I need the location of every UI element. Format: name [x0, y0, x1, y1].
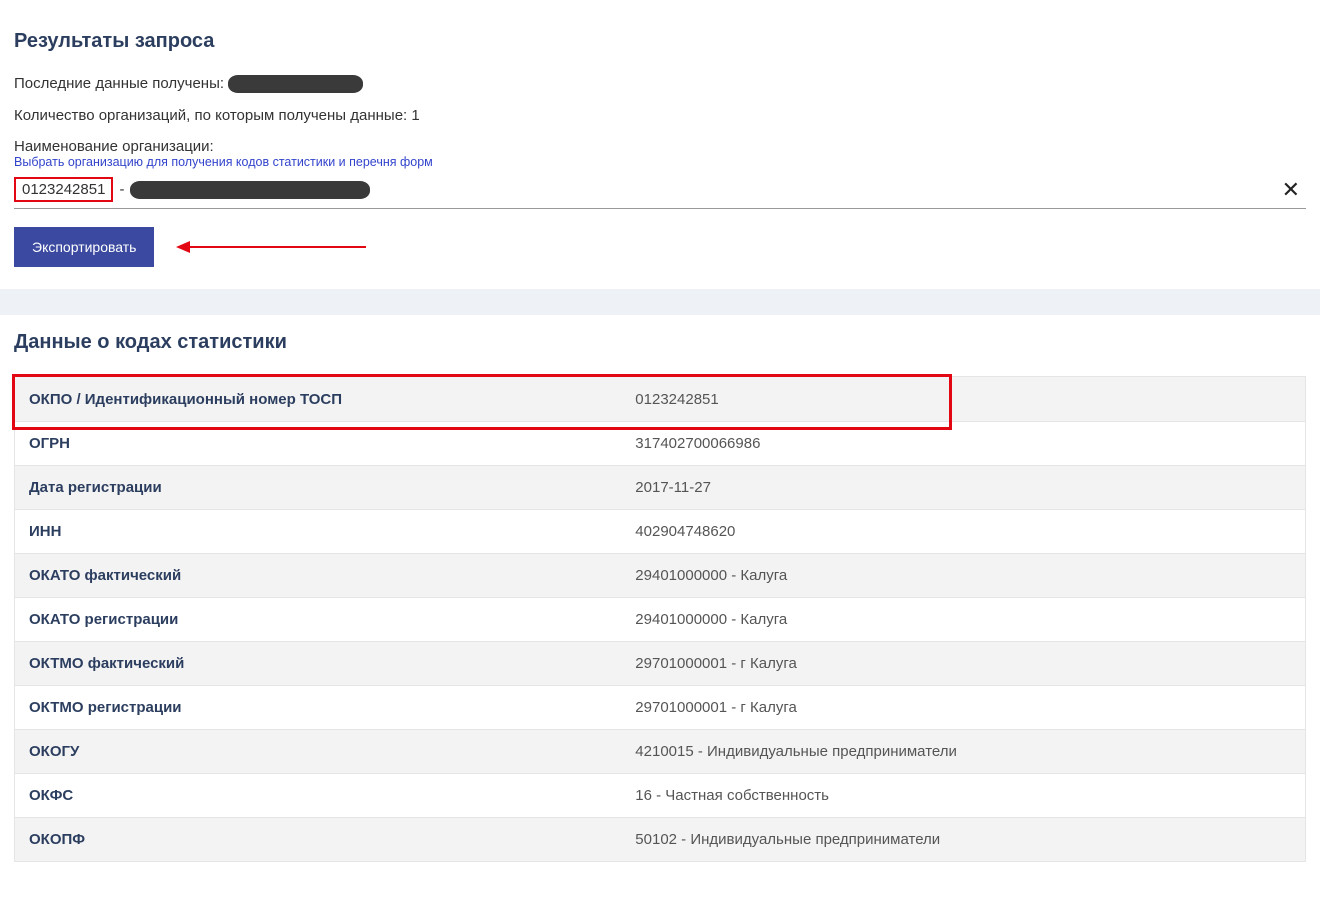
codes-value: 29401000000 - Калуга: [621, 599, 1305, 640]
codes-value: 4210015 - Индивидуальные предприниматели: [621, 731, 1305, 772]
codes-label: ОКТМО фактический: [15, 643, 621, 684]
codes-value: 402904748620: [621, 511, 1305, 552]
table-row: ОКПО / Идентификационный номер ТОСП 0123…: [15, 377, 1305, 421]
codes-value: 16 - Частная собственность: [621, 775, 1305, 816]
redacted-org-name: [130, 181, 370, 199]
org-code-separator: -: [119, 181, 124, 198]
table-row: ОГРН 317402700066986: [15, 421, 1305, 465]
export-row: Экспортировать: [14, 227, 1306, 267]
org-count-line: Количество организаций, по которым получ…: [14, 107, 1306, 124]
table-row: ОКАТО регистрации 29401000000 - Калуга: [15, 597, 1305, 641]
codes-section-title: Данные о кодах статистики: [14, 331, 1306, 354]
codes-value: 29401000000 - Калуга: [621, 555, 1305, 596]
codes-label: ОКФС: [15, 775, 621, 816]
codes-value: 29701000001 - г Калуга: [621, 687, 1305, 728]
table-row: ОКОГУ 4210015 - Индивидуальные предприни…: [15, 729, 1305, 773]
codes-label: ОГРН: [15, 423, 621, 464]
table-row: ОКТМО фактический 29701000001 - г Калуга: [15, 641, 1305, 685]
table-row: Дата регистрации 2017-11-27: [15, 465, 1305, 509]
codes-label: ОКОГУ: [15, 731, 621, 772]
export-button[interactable]: Экспортировать: [14, 227, 154, 267]
table-row: ОКФС 16 - Частная собственность: [15, 773, 1305, 817]
last-data-line: Последние данные получены:: [14, 75, 1306, 93]
results-title: Результаты запроса: [14, 30, 1306, 53]
redacted-timestamp: [228, 75, 363, 93]
clear-input-icon[interactable]: ✕: [1276, 179, 1306, 201]
org-code-highlighted: 0123242851: [14, 177, 113, 202]
arrow-annotation-icon: [176, 237, 366, 260]
org-input-text: 0123242851 -: [14, 177, 1276, 202]
codes-label: ОКАТО регистрации: [15, 599, 621, 640]
codes-table: ОКПО / Идентификационный номер ТОСП 0123…: [14, 376, 1306, 862]
codes-label: ИНН: [15, 511, 621, 552]
select-org-link[interactable]: Выбрать организацию для получения кодов …: [14, 155, 433, 169]
table-row: ОКАТО фактический 29401000000 - Калуга: [15, 553, 1305, 597]
codes-value: 50102 - Индивидуальные предприниматели: [621, 819, 1305, 860]
org-input-row[interactable]: 0123242851 - ✕: [14, 175, 1306, 209]
codes-value: 2017-11-27: [621, 467, 1305, 508]
table-row: ИНН 402904748620: [15, 509, 1305, 553]
last-data-label: Последние данные получены:: [14, 75, 224, 92]
select-org-link-wrap: Выбрать организацию для получения кодов …: [14, 153, 1306, 169]
codes-label: ОКАТО фактический: [15, 555, 621, 596]
codes-label: ОКПО / Идентификационный номер ТОСП: [15, 379, 621, 420]
codes-label: ОКОПФ: [15, 819, 621, 860]
table-row: ОКОПФ 50102 - Индивидуальные предпринима…: [15, 817, 1305, 861]
table-row: ОКТМО регистрации 29701000001 - г Калуга: [15, 685, 1305, 729]
codes-value: 29701000001 - г Калуга: [621, 643, 1305, 684]
codes-label: ОКТМО регистрации: [15, 687, 621, 728]
codes-value: 317402700066986: [621, 423, 1305, 464]
codes-label: Дата регистрации: [15, 467, 621, 508]
codes-value: 0123242851: [621, 379, 1305, 420]
section-divider: [0, 289, 1320, 315]
